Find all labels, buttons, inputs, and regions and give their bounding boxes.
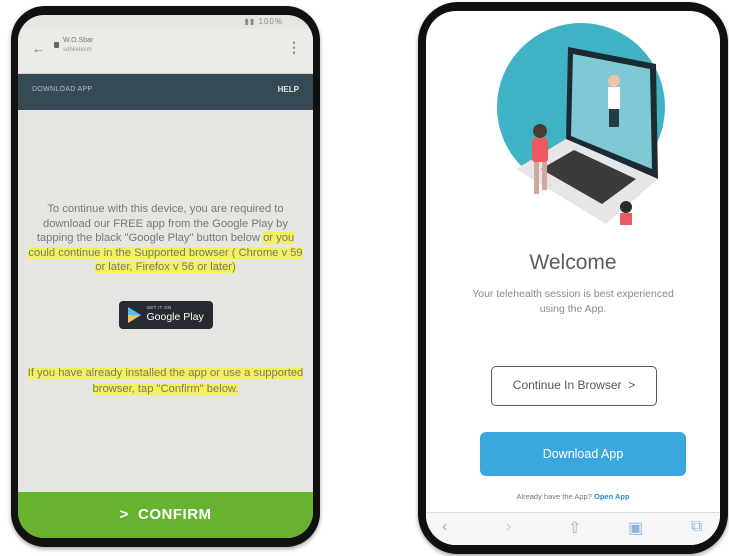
confirm-instructions-text: If you have already installed the app or… [27,366,304,395]
continue-in-browser-label: Continue In Browser [512,378,622,392]
doctor-coat [608,87,620,109]
patient-leg [542,162,547,190]
open-app-link[interactable]: Open App [594,492,630,501]
overflow-menu-icon[interactable]: ⋮ [287,39,301,56]
url-subtitle: sohkelecm [63,47,92,53]
doctor-head [608,75,620,87]
already-have-app-text: Already have the App? [516,492,592,501]
confirm-instructions: If you have already installed the app or… [22,365,309,397]
safari-toolbar: ‹ › ⇧ ▣ ⧉ [426,512,720,545]
forward-icon[interactable]: › [506,518,511,536]
small-character-head [620,201,632,213]
download-app-button[interactable]: Download App [480,432,686,476]
status-bar: ▮▮ 100% [244,17,283,26]
doctor-legs [609,109,619,127]
confirm-label: CONFIRM [138,506,212,523]
google-play-button[interactable]: GET IT ON Google Play [118,300,213,329]
patient-shirt [532,138,548,162]
download-app-link[interactable]: DOWNLOAD APP [32,86,92,93]
tabs-icon[interactable]: ⧉ [691,518,702,536]
google-play-icon-accent [127,314,141,323]
subtitle-line-1: Your telehealth session is best experien… [472,288,674,300]
small-character-body [620,213,632,225]
back-icon[interactable]: ‹ [442,518,447,536]
google-play-label: Google Play [146,310,204,323]
welcome-subtitle: Your telehealth session is best experien… [426,287,720,317]
back-arrow-icon[interactable]: ← [32,41,45,56]
android-screen: ▮▮ 100% ← W.O.Sbar sohkelecm ⋮ DOWNLOAD … [18,15,313,538]
url-title: W.O.Sbar [63,37,94,44]
iphone-screen: Welcome Your telehealth session is best … [426,11,720,545]
google-play-get-it-on: GET IT ON [146,304,172,310]
iphone: Welcome Your telehealth session is best … [418,2,728,554]
app-header-bar: DOWNLOAD APP HELP [18,74,313,110]
patient-leg [534,162,539,194]
download-instructions: To continue with this device, you are re… [28,202,303,275]
help-link[interactable]: HELP [278,85,299,94]
subtitle-line-2: using the App. [539,303,607,315]
lock-icon [54,42,59,48]
chevron-right-icon: > [628,378,636,392]
telehealth-illustration [497,23,665,225]
patient-head [533,124,547,138]
confirm-button[interactable]: > CONFIRM [18,492,313,538]
share-icon[interactable]: ⇧ [568,518,581,538]
already-have-app: Already have the App? Open App [426,492,720,501]
continue-in-browser-button[interactable]: Continue In Browser > [491,366,657,406]
welcome-title: Welcome [529,251,617,274]
browser-url-bar[interactable]: ← W.O.Sbar sohkelecm ⋮ [18,29,313,74]
chevron-right-icon: > [119,506,129,523]
android-phone: ▮▮ 100% ← W.O.Sbar sohkelecm ⋮ DOWNLOAD … [11,6,320,547]
instructions-text: To continue with this device, you are re… [36,203,289,245]
bookmarks-icon[interactable]: ▣ [628,518,643,538]
